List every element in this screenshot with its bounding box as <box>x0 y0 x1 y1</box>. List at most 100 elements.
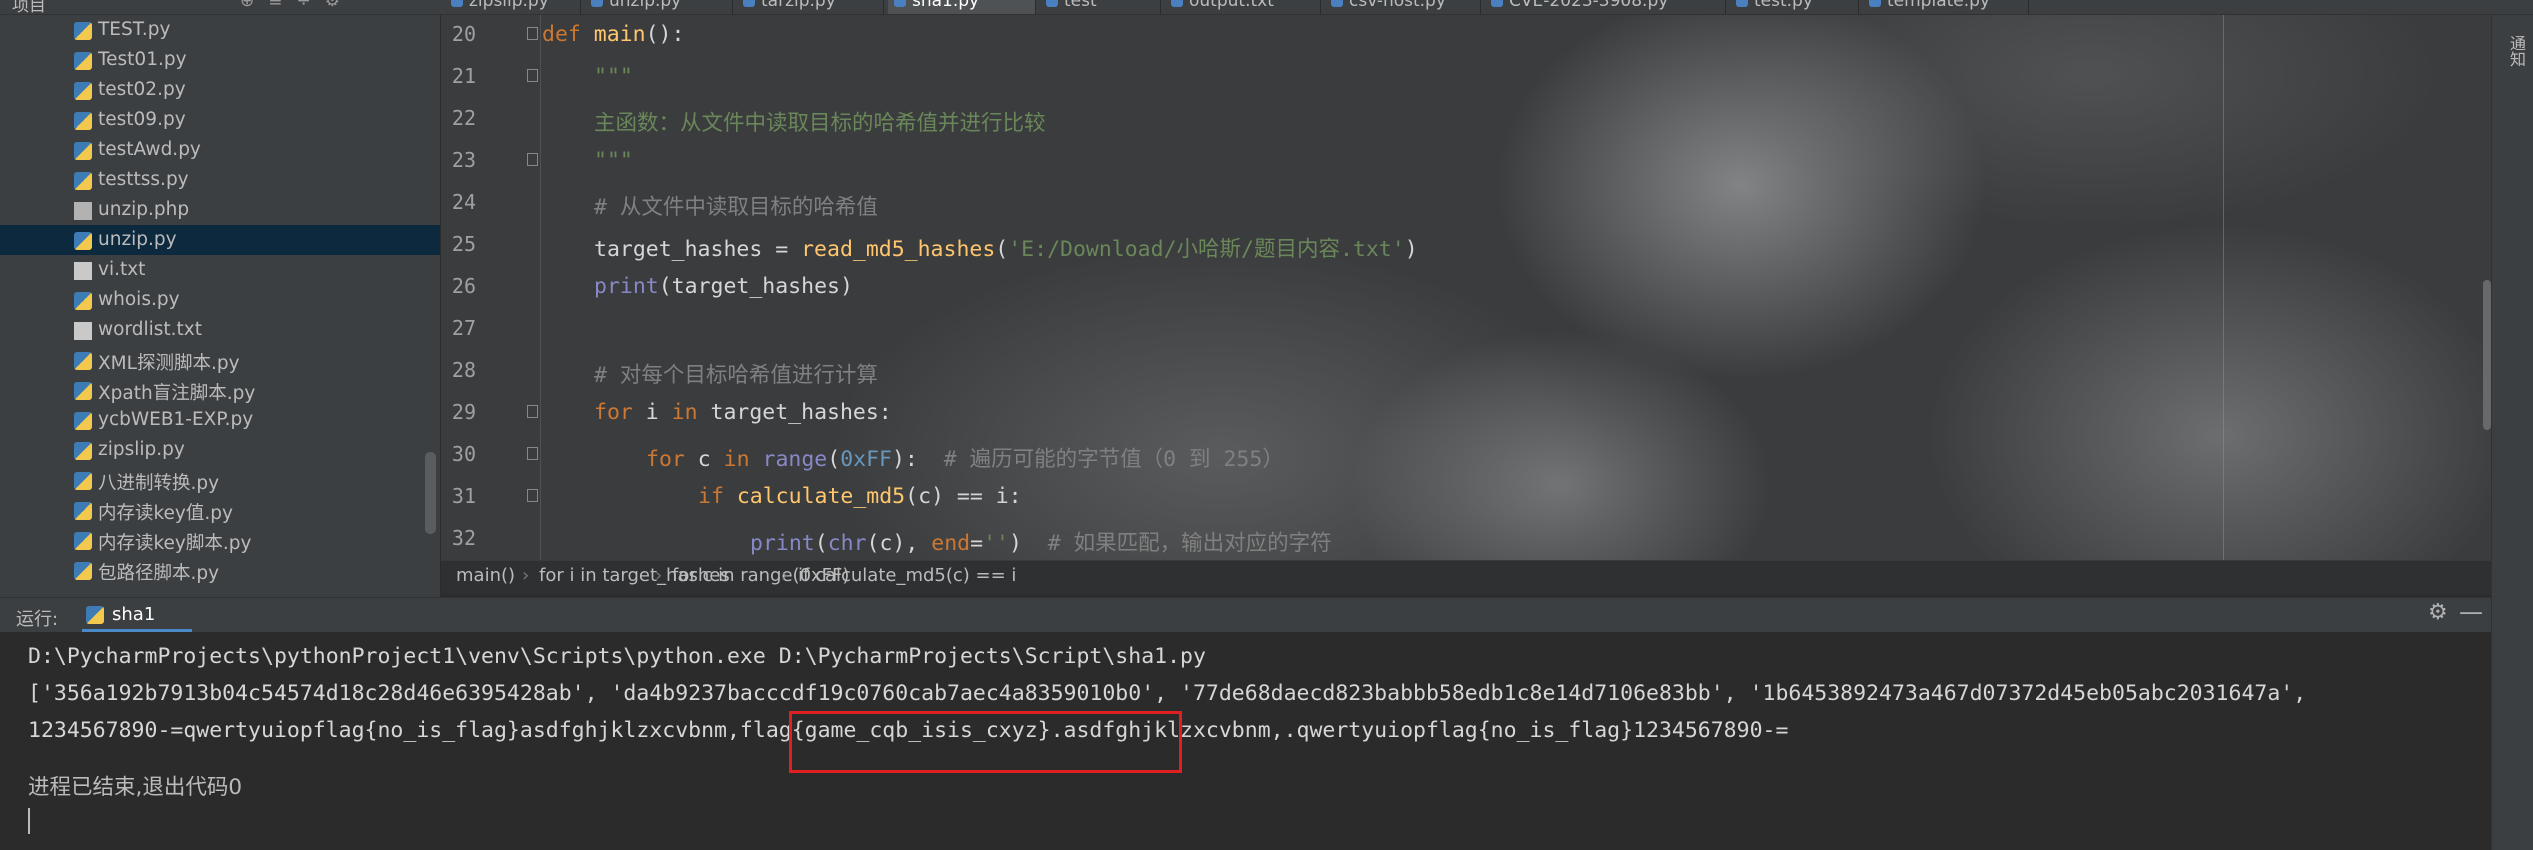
breadcrumb-separator-icon: › <box>781 565 789 586</box>
tree-item[interactable]: ycbWEB1-EXP.py <box>0 405 440 435</box>
tree-item-label: vi.txt <box>98 259 146 280</box>
editor-tab-label: output.txt <box>1189 0 1274 11</box>
python-file-icon <box>1046 0 1058 7</box>
line-number: 29 <box>451 400 476 424</box>
editor-scrollbar[interactable] <box>2483 280 2491 430</box>
console-exit-line: 进程已结束,退出代码0 <box>28 775 243 800</box>
editor-tab[interactable]: sha1.py <box>888 0 1036 14</box>
code-line[interactable]: 20 def main(): <box>441 15 2491 57</box>
code-line[interactable]: 23 """ <box>441 141 2491 183</box>
editor-tab[interactable]: CVE-2023-3908.py <box>1485 0 1726 14</box>
code-line[interactable]: 22 主函数：从文件中读取目标的哈希值并进行比较 <box>441 99 2491 141</box>
tree-item[interactable]: whois.py <box>0 285 440 315</box>
tree-item[interactable]: wordlist.txt <box>0 315 440 345</box>
code-text: """ <box>594 64 633 89</box>
python-file-icon <box>1869 0 1881 7</box>
minimize-icon[interactable]: — <box>2459 598 2483 626</box>
line-number: 32 <box>451 526 476 550</box>
project-panel-title[interactable]: 项目 <box>12 0 46 14</box>
code-text: """ <box>594 148 633 173</box>
fold-marker-icon[interactable] <box>527 27 538 40</box>
code-line[interactable]: 27 <box>441 309 2491 351</box>
code-line[interactable]: 30 for c in range(0xFF): # 遍历可能的字节值（0 到 2… <box>441 435 2491 477</box>
editor-tab[interactable]: tarzip.py <box>737 0 884 14</box>
line-number: 22 <box>451 106 476 130</box>
notifications-stripe-button[interactable]: 通知 <box>2504 35 2528 67</box>
code-line[interactable]: 29 for i in target_hashes: <box>441 393 2491 435</box>
right-tool-stripe: 通知 <box>2491 15 2533 850</box>
tree-item[interactable]: 包路径脚本.py <box>0 555 440 585</box>
code-text: for c in range(0xFF): # 遍历可能的字节值（0 到 255… <box>646 447 1284 472</box>
tree-item[interactable]: 内存读key值.py <box>0 495 440 525</box>
text-caret <box>28 808 30 834</box>
python-file-icon <box>74 472 92 490</box>
line-number: 23 <box>451 148 476 172</box>
code-line[interactable]: 24 # 从文件中读取目标的哈希值 <box>441 183 2491 225</box>
python-file-icon <box>74 382 92 400</box>
tree-item[interactable]: unzip.py <box>0 225 440 255</box>
run-console-output[interactable]: D:\PycharmProjects\pythonProject1\venv\S… <box>0 632 2491 850</box>
tree-item[interactable]: test09.py <box>0 105 440 135</box>
fold-marker-icon[interactable] <box>527 489 538 502</box>
code-text: # 对每个目标哈希值进行计算 <box>594 363 878 388</box>
project-toolbar-icons[interactable]: ⊕≡÷⚙ <box>240 0 354 11</box>
fold-marker-icon[interactable] <box>527 153 538 166</box>
run-tab-sha1[interactable]: sha1 <box>82 598 192 632</box>
python-file-icon <box>1171 0 1183 7</box>
code-line[interactable]: 28 # 对每个目标哈希值进行计算 <box>441 351 2491 393</box>
code-line[interactable]: 21 """ <box>441 57 2491 99</box>
php-file-icon <box>74 202 92 220</box>
fold-marker-icon[interactable] <box>527 405 538 418</box>
python-file-icon <box>74 82 92 100</box>
tree-item[interactable]: vi.txt <box>0 255 440 285</box>
python-file-icon <box>743 0 755 7</box>
editor-tab[interactable]: zipslip.py <box>445 0 581 14</box>
editor-tab[interactable]: test <box>1040 0 1161 14</box>
fold-marker-icon[interactable] <box>527 69 538 82</box>
breadcrumb-item[interactable]: if calculate_md5(c) == i <box>798 565 1016 586</box>
tree-item[interactable]: unzip.php <box>0 195 440 225</box>
editor-tab-label: unzip.py <box>609 0 682 11</box>
code-editor[interactable]: 20 def main(): 21 """ 22 主函数：从文件中读取目标的哈希值并进行比… <box>441 15 2491 560</box>
code-line[interactable]: 31 if calculate_md5(c) == i: <box>441 477 2491 519</box>
tree-item[interactable]: zipslip.py <box>0 435 440 465</box>
breadcrumb-item[interactable]: main() <box>456 565 515 586</box>
project-tree-scrollbar[interactable] <box>425 452 436 534</box>
tree-item[interactable]: TEST.py <box>0 15 440 45</box>
tree-item-label: Test01.py <box>98 49 187 70</box>
tree-item[interactable]: testtss.py <box>0 165 440 195</box>
python-file-icon <box>74 292 92 310</box>
editor-tab[interactable]: unzip.py <box>585 0 733 14</box>
editor-tab-label: tarzip.py <box>761 0 836 11</box>
tree-item-label: zipslip.py <box>98 439 185 460</box>
python-file-icon <box>74 112 92 130</box>
editor-tab[interactable]: test.py <box>1730 0 1859 14</box>
line-number: 24 <box>451 190 476 214</box>
code-line[interactable]: 32 print(chr(c), end='') # 如果匹配，输出对应的字符 <box>441 519 2491 560</box>
tree-item[interactable]: testAwd.py <box>0 135 440 165</box>
code-text: 主函数：从文件中读取目标的哈希值并进行比较 <box>594 111 1046 136</box>
editor-tab-label: test <box>1064 0 1097 11</box>
code-text: def main(): <box>542 22 685 47</box>
code-text: for i in target_hashes: <box>594 400 892 425</box>
line-number: 25 <box>451 232 476 256</box>
line-number: 21 <box>451 64 476 88</box>
tree-item-label: 内存读key脚本.py <box>98 533 252 554</box>
editor-tab[interactable]: template.py <box>1863 0 2029 14</box>
tree-item[interactable]: test02.py <box>0 75 440 105</box>
tree-item[interactable]: Xpath盲注脚本.py <box>0 375 440 405</box>
fold-marker-icon[interactable] <box>527 447 538 460</box>
line-number: 20 <box>451 22 476 46</box>
code-line[interactable]: 26 print(target_hashes) <box>441 267 2491 309</box>
tree-item[interactable]: 八进制转换.py <box>0 465 440 495</box>
editor-tab[interactable]: csv-host.py <box>1325 0 1481 14</box>
line-number: 26 <box>451 274 476 298</box>
code-line[interactable]: 25 target_hashes = read_md5_hashes('E:/Do… <box>441 225 2491 267</box>
tree-item[interactable]: 内存读key脚本.py <box>0 525 440 555</box>
tree-item[interactable]: XML探测脚本.py <box>0 345 440 375</box>
python-file-icon <box>451 0 463 7</box>
editor-tab[interactable]: output.txt <box>1165 0 1321 14</box>
gear-icon[interactable]: ⚙ <box>2428 600 2448 625</box>
tree-item[interactable]: Test01.py <box>0 45 440 75</box>
code-text: # 从文件中读取目标的哈希值 <box>594 195 878 220</box>
